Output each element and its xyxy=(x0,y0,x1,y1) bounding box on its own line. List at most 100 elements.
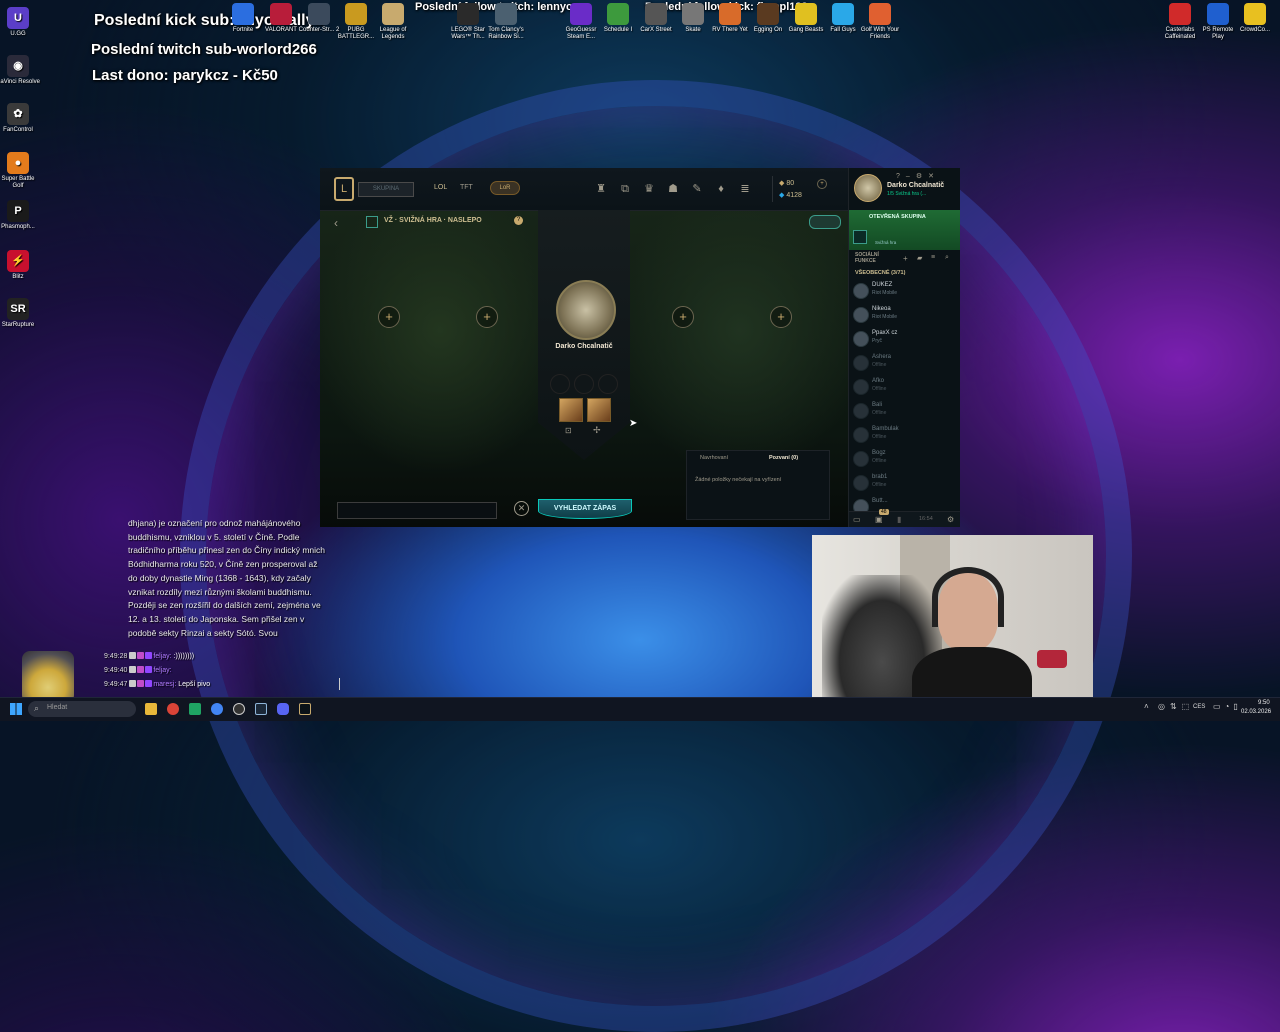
help-icon[interactable]: ? xyxy=(896,173,906,180)
profile-stats-icon[interactable]: ≣ xyxy=(738,182,752,196)
desktop-shortcut[interactable]: Tom Clancy's Rainbow Si... xyxy=(484,3,528,41)
add-friend-icon[interactable]: + xyxy=(903,254,908,263)
open-party-panel[interactable]: OTEVŘENÁ SKUPINA Svižná hra xyxy=(849,210,960,250)
profile-avatar[interactable] xyxy=(854,174,882,202)
nav-lol[interactable]: LOL xyxy=(434,184,447,191)
chat-username[interactable]: feljay: xyxy=(153,653,173,660)
steam-icon[interactable] xyxy=(255,703,267,715)
chat-username[interactable]: feljay: xyxy=(153,667,171,674)
desktop-shortcut[interactable]: ◉ DaVinci Resolve xyxy=(0,55,40,86)
search-icon[interactable]: ⌕ xyxy=(945,254,949,262)
find-match-button[interactable]: VYHLEDAT ZÁPAS xyxy=(538,499,632,519)
minimize-icon[interactable]: – xyxy=(906,173,916,180)
friend-name: Ashera xyxy=(872,354,892,360)
league-taskbar-icon[interactable] xyxy=(299,703,311,715)
back-arrow-icon[interactable]: ‹ xyxy=(334,216,338,230)
desktop-shortcut[interactable]: CrowdCo... xyxy=(1233,3,1277,34)
desktop-shortcut[interactable]: U U.GG xyxy=(0,7,40,38)
chat-input[interactable] xyxy=(337,502,497,519)
desktop-shortcut[interactable]: ⚡ Blitz xyxy=(0,250,40,281)
clock-date[interactable]: 02.03.2026 xyxy=(1241,709,1271,715)
taskbar: ⌕ Hledat ˄ ◎⇅⬚ CES ▭◔▯ 9:50 02.03.2026 xyxy=(0,697,1280,721)
league-logo-icon[interactable]: L xyxy=(334,177,354,201)
friend-avatar xyxy=(853,403,869,419)
role-fill-icon[interactable]: ⊡ xyxy=(565,426,572,435)
friend-name: Bambulak xyxy=(872,426,899,432)
chrome-profile-icon[interactable] xyxy=(211,703,223,715)
lobby-toggle[interactable] xyxy=(809,215,841,229)
friend-item[interactable]: Afko Offline xyxy=(851,376,951,398)
taskbar-search[interactable]: ⌕ Hledat xyxy=(28,701,136,717)
folder-icon[interactable]: ▰ xyxy=(917,254,922,262)
friend-item[interactable]: brab1 Offline xyxy=(851,472,951,494)
desktop-shortcut[interactable]: SR StarRupture xyxy=(0,298,40,329)
friend-item[interactable]: Bogz Offline xyxy=(851,448,951,470)
list-icon[interactable]: ≡ xyxy=(931,254,935,261)
friend-item[interactable]: Nikeoa Riot Mobile xyxy=(851,304,951,326)
info-icon[interactable]: ? xyxy=(514,216,523,225)
missions-icon[interactable]: ▣ xyxy=(875,515,883,524)
friend-item[interactable]: Ashera Offline xyxy=(851,352,951,374)
desktop-shortcut-label: Super Battle Golf xyxy=(1,176,35,189)
starrupture-icon: SR xyxy=(7,298,29,320)
close-icon[interactable]: ✕ xyxy=(928,173,940,180)
last-twitch-sub-text: Poslední twitch sub-worlord266 xyxy=(91,41,317,58)
chat-message: :)))))))) xyxy=(173,653,195,660)
nav-tft[interactable]: TFT xyxy=(460,184,473,191)
friend-item[interactable]: Bali Offline xyxy=(851,400,951,422)
voice-icon[interactable]: ▮ xyxy=(897,515,901,524)
tft-icon[interactable]: ⧉ xyxy=(618,182,632,196)
tab-suggested[interactable]: Navrhovaní xyxy=(700,455,728,461)
invite-slot-4[interactable]: + xyxy=(770,306,792,328)
role-support-icon[interactable]: ✢ xyxy=(593,425,601,436)
sheets-icon[interactable] xyxy=(189,703,201,715)
language-indicator[interactable]: CES xyxy=(1193,704,1205,710)
settings-gear-icon[interactable]: ⚙ xyxy=(916,173,928,180)
invite-slot-2[interactable]: + xyxy=(476,306,498,328)
party-button[interactable]: SKUPINA xyxy=(358,182,414,197)
loot-icon[interactable]: ♦ xyxy=(714,182,728,196)
nav-lor[interactable]: LoR xyxy=(490,181,520,195)
desktop-shortcut[interactable]: League of Legends xyxy=(371,3,415,41)
buy-rp-button[interactable]: + xyxy=(817,179,827,189)
home-icon[interactable]: ♜ xyxy=(594,182,608,196)
chat-icon[interactable]: ▭ xyxy=(853,515,861,524)
invite-slot-3[interactable]: + xyxy=(672,306,694,328)
invite-slot-1[interactable]: + xyxy=(378,306,400,328)
chrome-icon[interactable] xyxy=(167,703,179,715)
explorer-icon[interactable] xyxy=(145,703,157,715)
chat-username[interactable]: maresj: xyxy=(153,681,178,688)
schedule-icon xyxy=(607,3,629,25)
leave-lobby-button[interactable]: ✕ xyxy=(514,501,529,516)
summoner-spell-1[interactable] xyxy=(559,398,583,422)
obs-icon[interactable] xyxy=(233,703,245,715)
discord-icon[interactable] xyxy=(277,703,289,715)
mouse-cursor: ➤ xyxy=(629,418,638,429)
desktop-shortcut[interactable]: ● Super Battle Golf xyxy=(0,152,40,190)
clash-icon[interactable]: ♛ xyxy=(642,182,656,196)
summoner-spell-2[interactable] xyxy=(587,398,611,422)
settings-icon[interactable]: ⚙ xyxy=(947,515,954,524)
friend-status: Offline xyxy=(872,386,887,392)
popcorn-widget xyxy=(22,651,74,703)
friend-item[interactable]: Bambulak Offline xyxy=(851,424,951,446)
friends-group-header[interactable]: VŠEOBECNÉ (3/71) xyxy=(855,270,905,276)
store-icon[interactable]: ☗ xyxy=(666,182,680,196)
tray-chevron-icon[interactable]: ˄ xyxy=(1144,702,1149,711)
start-windows-icon[interactable] xyxy=(10,703,22,715)
friend-avatar xyxy=(853,283,869,299)
tray-system-icons[interactable]: ▭◔▯ xyxy=(1213,702,1242,711)
desktop-shortcut[interactable]: ✿ FanControl xyxy=(0,103,40,134)
desktop-shortcut[interactable]: P Phasmoph... xyxy=(0,200,40,231)
collection-icon[interactable]: ✎ xyxy=(690,182,704,196)
clock-time[interactable]: 9:50 xyxy=(1258,700,1270,706)
search-icon: ⌕ xyxy=(34,703,40,713)
friend-item[interactable]: PpaxX cz Pryč xyxy=(851,328,951,350)
tab-invited[interactable]: Pozvaní (0) xyxy=(769,455,798,461)
friend-item[interactable]: DUKEZ Riot Mobile xyxy=(851,280,951,302)
desktop-shortcut[interactable]: Golf With Your Friends xyxy=(858,3,902,41)
league-client-window: L SKUPINA LOL TFT LoR ♜ ⧉ ♛ ☗ ✎ ♦ ≣ ◆ 80… xyxy=(320,168,960,527)
ugg-icon: U xyxy=(7,7,29,29)
desktop-shortcut-label: League of Legends xyxy=(379,27,407,40)
webcam-feed xyxy=(812,535,1093,720)
